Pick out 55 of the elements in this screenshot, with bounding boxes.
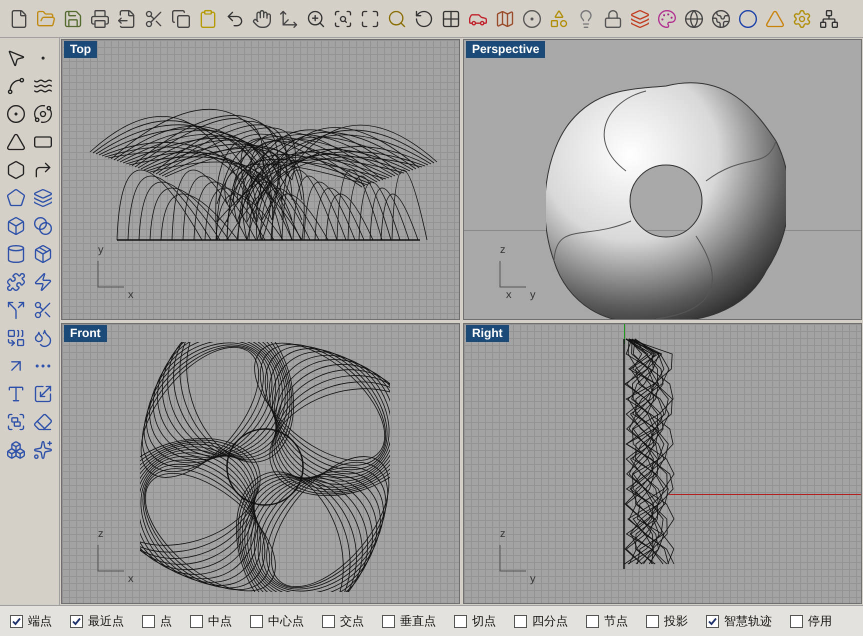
checkbox[interactable] [142, 614, 155, 628]
checkbox[interactable] [10, 614, 23, 628]
axis-icon [96, 543, 126, 573]
checkbox[interactable] [322, 614, 335, 628]
lock-icon[interactable] [602, 8, 624, 30]
viewport[interactable]: Perspective z x y [463, 39, 862, 320]
checkbox[interactable] [70, 614, 83, 628]
snap-label: 中点 [208, 613, 232, 630]
checkbox[interactable] [706, 614, 719, 628]
axis-label: y [98, 245, 104, 256]
snap-label: 切点 [472, 613, 496, 630]
axis-label: x [128, 574, 134, 585]
viewport-title[interactable]: Right [466, 325, 509, 342]
snap-label: 交点 [340, 613, 364, 630]
axis-label: z [98, 529, 104, 540]
checkbox[interactable] [790, 614, 803, 628]
viewport[interactable]: Top y x [61, 39, 460, 320]
snap-label: 四分点 [532, 613, 568, 630]
snap-label: 中心点 [268, 613, 304, 630]
layers-icon[interactable] [629, 8, 651, 30]
snap-label: 最近点 [88, 613, 124, 630]
axis-icon [498, 259, 528, 289]
axis-label: y [530, 574, 536, 585]
snap-label: 投影 [664, 613, 688, 630]
snap-label: 智慧轨迹 [724, 613, 772, 630]
checkbox[interactable] [586, 614, 599, 628]
checkbox[interactable] [250, 614, 263, 628]
viewport-title[interactable]: Perspective [466, 41, 546, 58]
axis-label: z [500, 245, 506, 256]
target-icon[interactable] [521, 8, 543, 30]
network-icon[interactable] [818, 8, 840, 30]
snap-label: 端点 [28, 613, 52, 630]
checkbox[interactable] [382, 614, 395, 628]
checkbox[interactable] [646, 614, 659, 628]
viewport[interactable]: Front z x [61, 323, 460, 604]
wireframe-sphere-icon[interactable] [683, 8, 705, 30]
viewport-title[interactable]: Front [64, 325, 107, 342]
axis-label: y [530, 290, 536, 301]
axis-icon [96, 259, 126, 289]
copy-icon[interactable] [170, 8, 192, 30]
checkbox[interactable] [190, 614, 203, 628]
axis-label: x [506, 290, 512, 301]
checkbox[interactable] [514, 614, 527, 628]
snap-label: 节点 [604, 613, 628, 630]
print-icon[interactable] [89, 8, 111, 30]
snap-label: 停用 [808, 613, 832, 630]
viewport-title[interactable]: Top [64, 41, 98, 58]
snap-label: 垂直点 [400, 613, 436, 630]
axis-label: x [128, 290, 134, 301]
axis-icon [498, 543, 528, 573]
snap-label: 点 [160, 613, 172, 630]
axis-label: z [500, 529, 506, 540]
hand-icon[interactable] [251, 8, 273, 30]
viewport[interactable]: Right z y [463, 323, 862, 604]
checkbox[interactable] [454, 614, 467, 628]
